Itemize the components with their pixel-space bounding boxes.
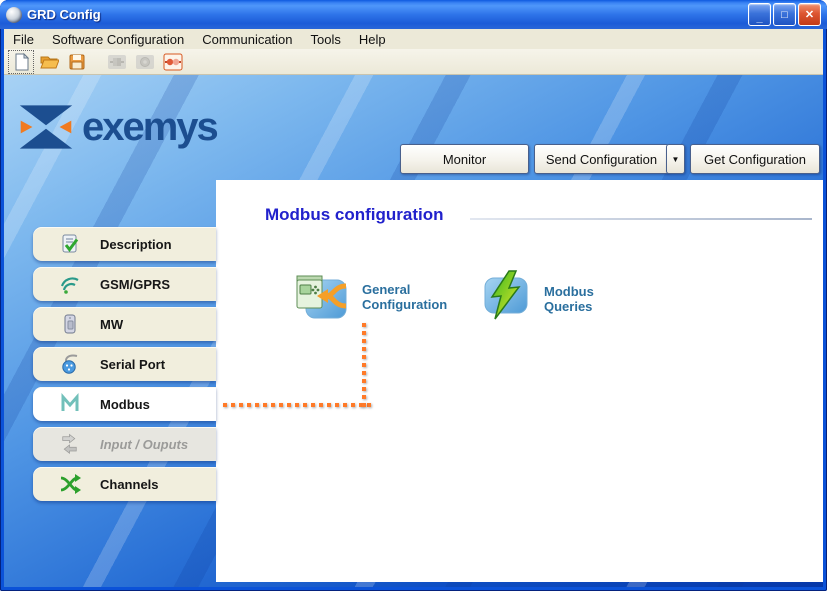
save-button[interactable] <box>64 50 90 74</box>
menu-help[interactable]: Help <box>350 30 395 49</box>
sidebar-item-input-outputs: Input / Ouputs <box>33 427 216 461</box>
monitor-button[interactable]: Monitor <box>400 144 529 174</box>
connector-dotted-line-horizontal <box>223 403 371 407</box>
plc-general-config-icon <box>294 268 348 322</box>
content-panel: Modbus configuration <box>216 180 823 582</box>
get-configuration-button[interactable]: Get Configuration <box>690 144 820 174</box>
menu-tools[interactable]: Tools <box>302 30 350 49</box>
modbus-m-icon <box>59 393 81 415</box>
connection-settings-button <box>132 50 158 74</box>
disconnect-plug-icon <box>163 52 183 72</box>
modbus-queries-item[interactable]: Modbus Queries <box>482 270 594 320</box>
chevron-down-icon: ▼ <box>672 155 680 164</box>
connect-plug-icon <box>107 52 127 72</box>
new-file-icon <box>11 52 31 72</box>
checklist-icon <box>59 233 81 255</box>
maximize-button[interactable]: □ <box>773 3 796 26</box>
page-title: Modbus configuration <box>265 205 443 225</box>
sidebar-item-label: Serial Port <box>100 357 165 372</box>
menu-file[interactable]: File <box>4 30 43 49</box>
sidebar-item-description[interactable]: Description <box>33 227 216 261</box>
serial-connector-icon <box>59 353 81 375</box>
signal-icon <box>59 273 81 295</box>
connector-dotted-line-vertical <box>362 323 366 407</box>
sidebar-item-gsm-gprs[interactable]: GSM/GPRS <box>33 267 216 301</box>
sidebar-item-label: Modbus <box>100 397 150 412</box>
general-configuration-item[interactable]: General Configuration <box>294 268 447 322</box>
connect-button <box>104 50 130 74</box>
send-configuration-dropdown[interactable]: ▼ <box>666 144 685 174</box>
close-button[interactable]: ✕ <box>798 3 821 26</box>
window-title: GRD Config <box>27 7 746 22</box>
app-icon <box>6 7 22 23</box>
logo-text: exemys <box>82 107 217 147</box>
sidebar-item-label: MW <box>100 317 123 332</box>
input-output-arrows-icon <box>59 433 81 455</box>
maximize-icon: □ <box>781 9 788 21</box>
device-icon <box>59 313 81 335</box>
brand-logo: exemys <box>18 103 217 151</box>
sidebar-item-label: Description <box>100 237 172 252</box>
lightning-queries-icon <box>482 270 530 320</box>
menu-communication[interactable]: Communication <box>193 30 301 49</box>
app-window: GRD Config _ □ ✕ File Software Configura… <box>0 0 827 591</box>
exemys-logo-icon <box>18 103 74 151</box>
open-button[interactable] <box>36 50 62 74</box>
minimize-button[interactable]: _ <box>748 3 771 26</box>
disconnect-button[interactable] <box>160 50 186 74</box>
sidebar-item-channels[interactable]: Channels <box>33 467 216 501</box>
menu-software-configuration[interactable]: Software Configuration <box>43 30 193 49</box>
new-file-button[interactable] <box>8 50 34 74</box>
main-area: exemys Monitor Send Configuration ▼ Get … <box>4 75 823 587</box>
sidebar-item-label: Channels <box>100 477 159 492</box>
connection-settings-icon <box>135 52 155 72</box>
sidebar-item-label: GSM/GPRS <box>100 277 170 292</box>
title-bar: GRD Config _ □ ✕ <box>0 0 827 29</box>
open-folder-icon <box>39 52 59 72</box>
sidebar-item-label: Input / Ouputs <box>100 437 188 452</box>
minimize-icon: _ <box>756 12 762 24</box>
sidebar-item-modbus[interactable]: Modbus <box>33 387 216 421</box>
modbus-queries-label: Modbus Queries <box>544 284 594 314</box>
menu-bar: File Software Configuration Communicatio… <box>4 29 823 49</box>
sidebar-item-mw[interactable]: MW <box>33 307 216 341</box>
close-icon: ✕ <box>805 8 814 21</box>
save-floppy-icon <box>67 52 87 72</box>
section-divider <box>470 218 812 220</box>
send-configuration-button[interactable]: Send Configuration <box>534 144 669 174</box>
general-configuration-label: General Configuration <box>362 282 447 312</box>
channels-shuffle-icon <box>59 473 81 495</box>
toolbar <box>4 49 823 75</box>
sidebar-item-serial-port[interactable]: Serial Port <box>33 347 216 381</box>
